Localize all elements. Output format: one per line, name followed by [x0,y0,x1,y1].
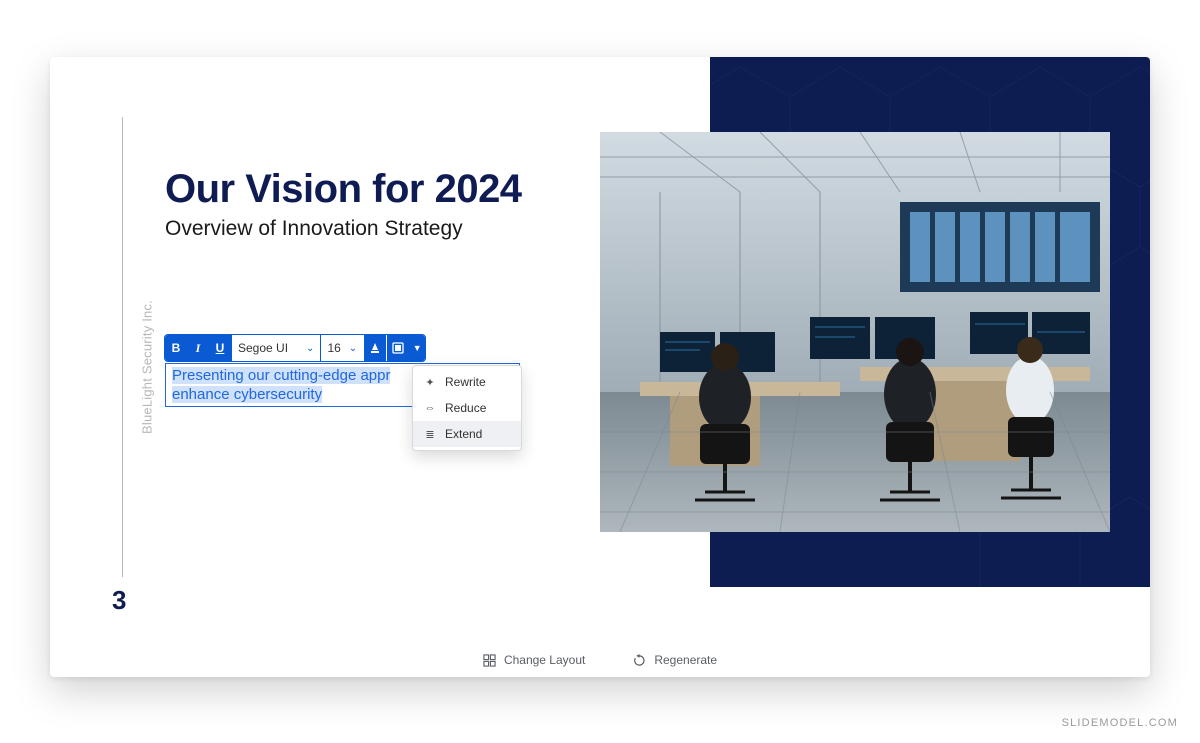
font-color-button[interactable] [364,335,386,361]
slide-editor-frame: BlueLight Security Inc. Our Vision for 2… [50,57,1150,677]
font-size-value: 16 [327,341,340,355]
ai-tools-button[interactable] [387,335,409,361]
ai-menu-extend[interactable]: ≣ Extend [413,421,521,447]
slide-number: 3 [112,585,126,616]
company-label: BlueLight Security Inc. [139,300,154,434]
format-toolbar: B I U Segoe UI ⌄ 16 ⌄ ▼ [165,335,425,361]
ai-menu-label: Reduce [445,401,486,415]
change-layout-button[interactable]: Change Layout [483,653,585,667]
font-size-select[interactable]: 16 ⌄ [320,335,363,361]
chevron-down-icon: ⌄ [349,343,357,354]
grid-icon [483,654,496,667]
underline-button[interactable]: U [209,341,231,355]
regenerate-button[interactable]: Regenerate [633,653,717,667]
refresh-icon [633,654,646,667]
sparkle-icon: ✦ [423,376,437,389]
ai-menu-label: Rewrite [445,375,486,389]
slide-title[interactable]: Our Vision for 2024 [165,167,522,212]
bottom-action-bar: Change Layout Regenerate [50,653,1150,667]
slide-image [600,132,1110,532]
change-layout-label: Change Layout [504,653,585,667]
regenerate-label: Regenerate [654,653,717,667]
side-divider [122,117,123,577]
font-family-select[interactable]: Segoe UI ⌄ [231,335,320,361]
ai-menu-label: Extend [445,427,482,441]
ai-menu: ✦ Rewrite ⇔ Reduce ≣ Extend [412,365,522,451]
watermark: SLIDEMODEL.COM [1062,717,1178,729]
bold-button[interactable]: B [165,341,187,355]
ai-menu-reduce[interactable]: ⇔ Reduce [413,395,521,421]
extend-icon: ≣ [423,428,437,441]
font-family-value: Segoe UI [238,341,288,355]
ai-menu-rewrite[interactable]: ✦ Rewrite [413,369,521,395]
reduce-icon: ⇔ [423,402,437,414]
ai-tools-dropdown-toggle[interactable]: ▼ [409,335,425,361]
body-text-line1: Presenting our cutting-edge appr [172,367,390,384]
chevron-down-icon: ⌄ [306,343,314,354]
slide-subtitle[interactable]: Overview of Innovation Strategy [165,217,463,241]
italic-button[interactable]: I [187,341,209,356]
body-text-line2: enhance cybersecurity [172,386,322,403]
